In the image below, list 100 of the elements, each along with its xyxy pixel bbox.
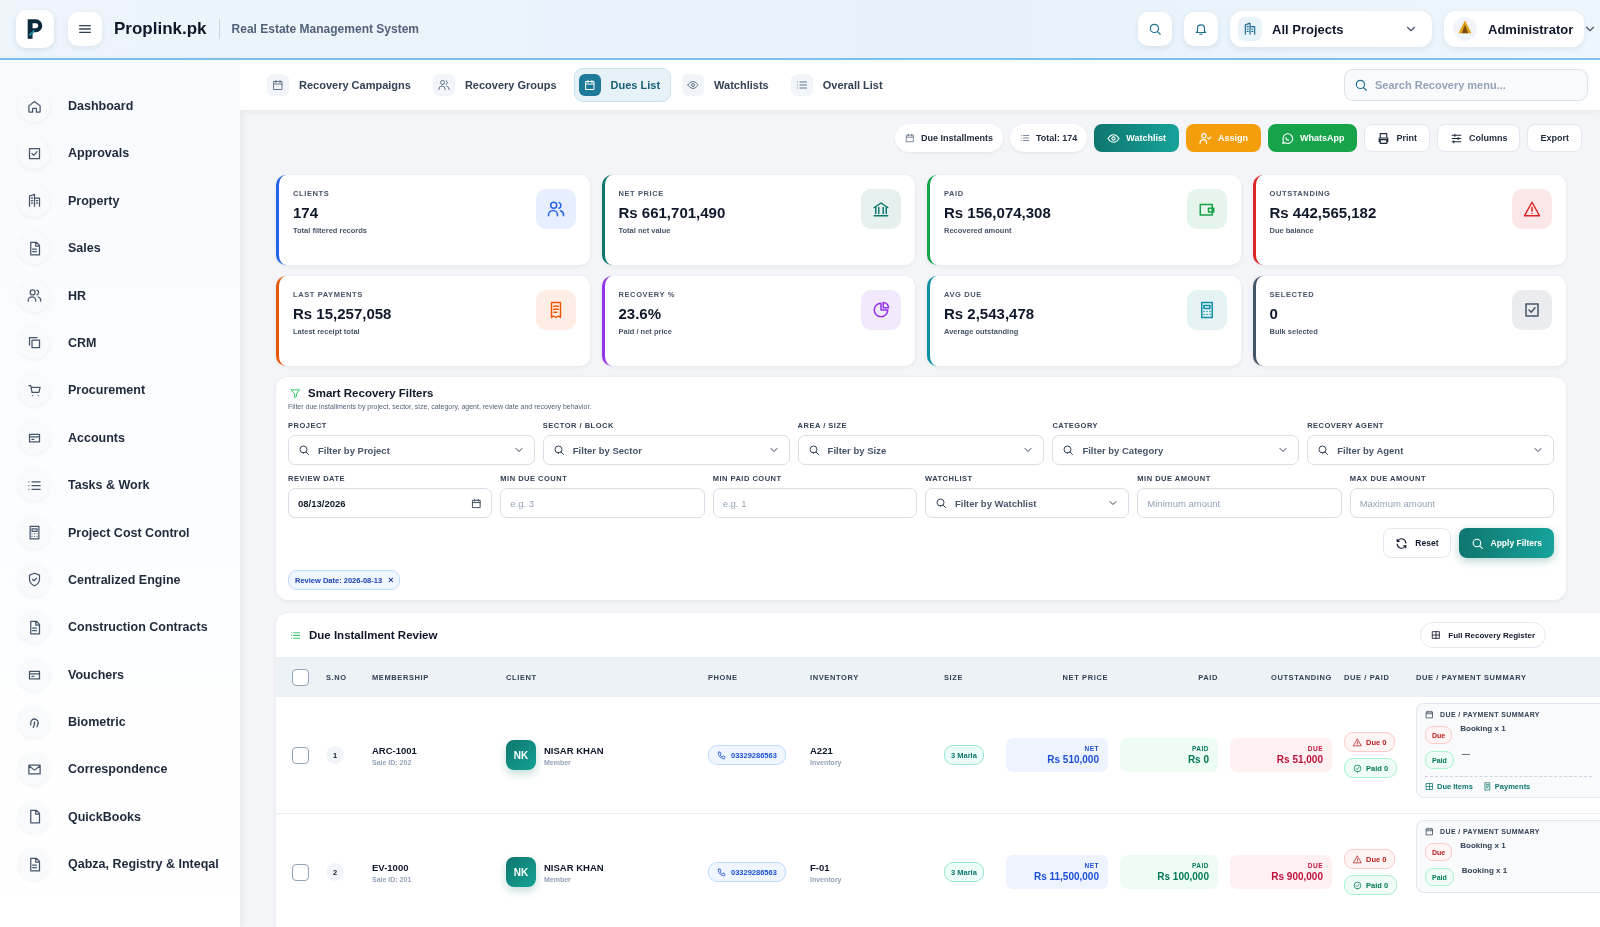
stat-value: Rs 15,257,058 <box>293 305 393 322</box>
toolbar-button[interactable]: Columns <box>1436 124 1521 152</box>
search-icon <box>807 444 820 456</box>
sidebar-item[interactable]: Centralized Engine <box>0 562 232 597</box>
stat-value: 174 <box>293 204 320 221</box>
cart-icon <box>26 382 42 398</box>
users-icon <box>546 200 565 218</box>
calendar-icon <box>583 79 596 91</box>
register-button[interactable]: Full Recovery Register <box>1420 622 1546 648</box>
summary-text: Booking x 1 <box>1461 866 1508 875</box>
eye-icon <box>1107 131 1121 145</box>
select-field[interactable]: Filter by Agent <box>1307 435 1554 465</box>
grid-icon <box>1431 630 1442 640</box>
stat-value: 0 <box>1269 305 1279 322</box>
tab[interactable]: Recovery Groups <box>427 68 568 102</box>
sidebar-item[interactable]: Accounts <box>0 420 232 455</box>
search-field[interactable]: Search Recovery menu... <box>1344 69 1588 101</box>
inventory-code: F-01 <box>810 861 830 873</box>
sidebar-item[interactable]: Dashboard <box>0 89 232 123</box>
checkbox[interactable] <box>292 863 309 881</box>
shield-icon <box>26 572 42 588</box>
avatar-icon <box>1452 16 1478 42</box>
calendar-icon <box>904 133 915 143</box>
search-icon <box>935 497 947 509</box>
sidebar-item[interactable]: Project Cost Control <box>0 515 232 550</box>
bank-icon <box>872 200 890 218</box>
calendar-icon <box>272 79 284 91</box>
stat-value: Rs 661,701,490 <box>618 204 727 221</box>
sidebar-item[interactable]: Tasks & Work <box>0 468 232 503</box>
checkbox[interactable] <box>292 746 309 764</box>
tab[interactable]: Dues List <box>573 68 672 102</box>
apply-filters-button[interactable]: Apply Filters <box>1458 528 1554 558</box>
building-icon <box>26 193 42 209</box>
bell-icon <box>1194 22 1208 36</box>
toolbar-button[interactable]: Due Installments <box>894 124 1003 152</box>
project-select[interactable]: All Projects <box>1230 11 1432 47</box>
tab[interactable]: Watchlists <box>677 68 780 102</box>
warning-icon <box>1353 737 1362 747</box>
select-field[interactable]: Filter by Size <box>797 435 1045 465</box>
toolbar-button[interactable]: Export <box>1527 124 1582 152</box>
sidebar-item[interactable]: CRM <box>0 325 232 360</box>
checkbox[interactable] <box>292 668 309 686</box>
sidebar-item[interactable]: QuickBooks <box>0 799 232 834</box>
sidebar-item[interactable]: HR <box>0 278 232 313</box>
logo-icon <box>16 10 54 48</box>
panel-title: Smart Recovery Filters <box>308 387 434 399</box>
eye-icon <box>687 79 700 91</box>
copy-icon <box>26 335 42 351</box>
search-icon <box>298 444 310 456</box>
building-icon <box>1243 22 1257 36</box>
sidebar-item[interactable]: Procurement <box>0 373 232 408</box>
sidebar-item[interactable]: Vouchers <box>0 657 232 692</box>
sidebar-item[interactable]: Correspondence <box>0 752 232 787</box>
membership-id: ARC-1001 <box>372 744 417 756</box>
list-icon <box>290 629 301 641</box>
summary-text: — <box>1461 749 1470 758</box>
sidebar-item[interactable]: Property <box>0 183 232 218</box>
client-avatar: NK <box>506 857 536 887</box>
sidebar-item[interactable]: Approvals <box>0 136 232 171</box>
funnel-icon <box>290 387 301 399</box>
sidebar-item[interactable]: Sales <box>0 231 232 266</box>
brand-name: Proplink.pk <box>114 19 220 39</box>
search-button[interactable] <box>1138 12 1172 46</box>
warning-icon <box>1523 200 1541 218</box>
toolbar-button[interactable]: Watchlist <box>1094 124 1179 152</box>
printer-icon <box>1377 131 1391 145</box>
stat-value: Rs 156,074,308 <box>944 204 1052 221</box>
input-field[interactable]: e.g. 1 <box>712 488 917 518</box>
menu-button[interactable] <box>68 12 102 46</box>
list-icon <box>1019 133 1030 143</box>
input-field[interactable]: e.g. 3 <box>500 488 705 518</box>
users-icon <box>437 79 450 91</box>
app-subtitle: Real Estate Management System <box>231 22 419 36</box>
stat-value: 23.6% <box>618 305 663 322</box>
remove-filter-button[interactable]: × <box>388 575 394 585</box>
client-name: NISAR KHAN <box>544 744 604 756</box>
input-field[interactable]: Minimum amount <box>1137 488 1342 518</box>
select-field[interactable]: Filter by Category <box>1052 435 1300 465</box>
select-field[interactable]: Filter by Watchlist <box>925 488 1130 518</box>
input-field[interactable]: Maximum amount <box>1349 488 1554 518</box>
reset-button[interactable]: Reset <box>1383 528 1451 558</box>
sidebar-item[interactable]: Biometric <box>0 705 232 740</box>
select-field[interactable]: Filter by Sector <box>542 435 790 465</box>
client-avatar: NK <box>506 740 536 770</box>
sidebar-item[interactable]: Construction Contracts <box>0 610 232 645</box>
user-check-icon <box>1198 131 1212 145</box>
toolbar-button[interactable]: Total: 174 <box>1009 124 1088 152</box>
search-icon <box>552 444 565 456</box>
summary-text: Booking x 1 <box>1460 841 1506 850</box>
search-icon <box>1317 444 1330 456</box>
date-field[interactable]: 08/13/2026 <box>288 488 493 518</box>
tab[interactable]: Recovery Campaigns <box>262 68 422 102</box>
notifications-button[interactable] <box>1184 12 1218 46</box>
tab[interactable]: Overall List <box>785 68 894 102</box>
summary-text: Booking x 1 <box>1460 724 1506 733</box>
sidebar-item[interactable]: Qabza, Registry & Inteqal <box>0 847 232 882</box>
panel-title: Due Installment Review <box>309 629 438 641</box>
select-field[interactable]: Filter by Project <box>288 435 535 465</box>
users-icon <box>26 288 42 304</box>
toolbar-button[interactable]: Print <box>1364 124 1430 152</box>
